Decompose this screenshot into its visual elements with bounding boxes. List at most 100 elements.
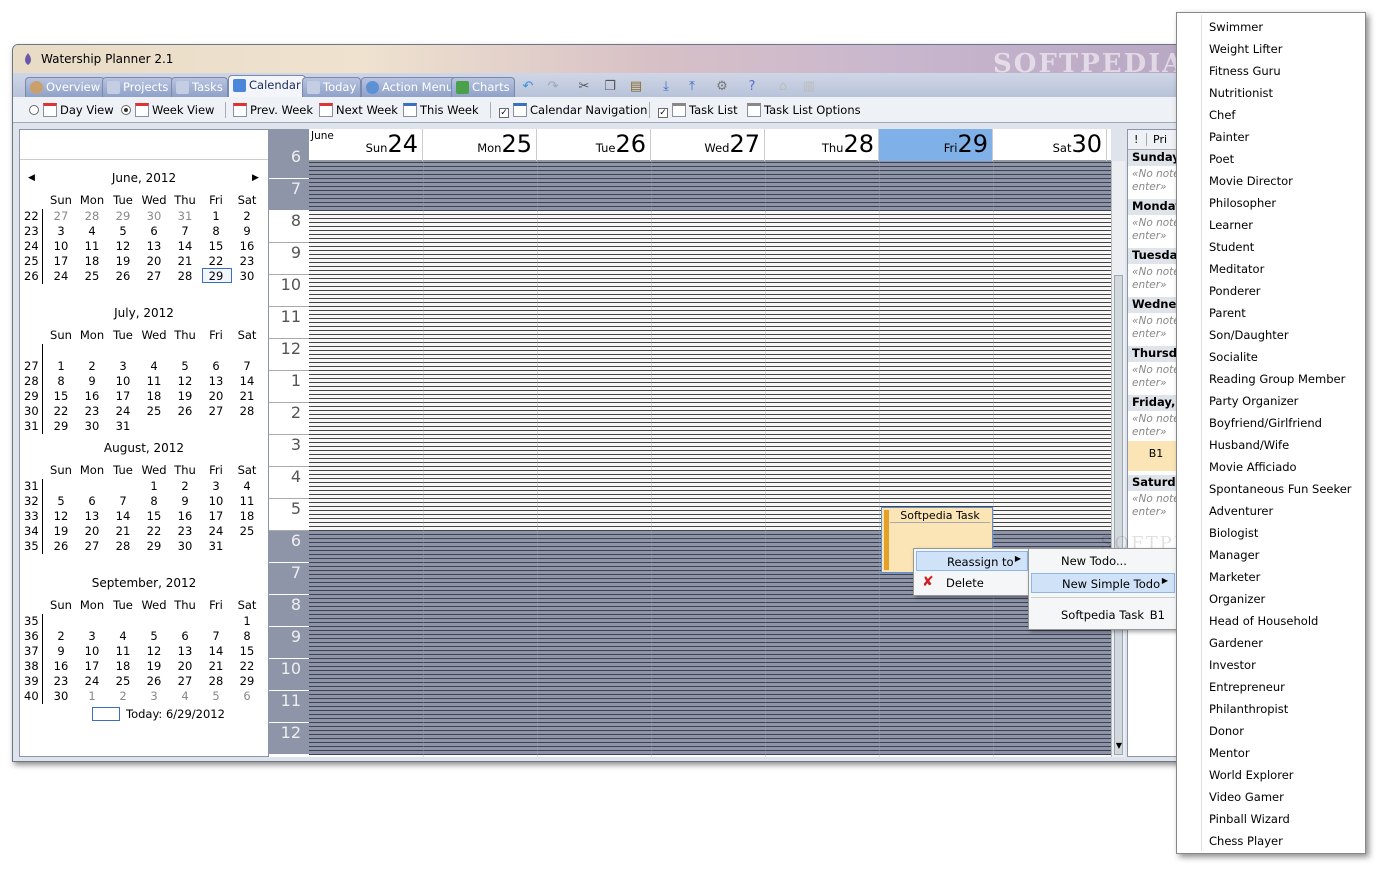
export-icon[interactable]: ⤒: [684, 79, 700, 95]
mini-calendar-day[interactable]: 18: [108, 659, 138, 673]
mini-calendar-day[interactable]: 13: [139, 239, 169, 253]
mini-calendar-day[interactable]: 12: [108, 239, 138, 253]
mini-calendar-day[interactable]: 15: [46, 389, 76, 403]
mini-calendar-day[interactable]: 16: [46, 659, 76, 673]
task-list-note[interactable]: «No note: [1132, 413, 1181, 425]
redo-icon[interactable]: ↷: [545, 79, 561, 95]
role-menu-item[interactable]: Ponderer: [1209, 284, 1261, 298]
task-list-note[interactable]: «No note: [1132, 364, 1181, 376]
mini-calendar-day[interactable]: 5: [170, 359, 200, 373]
mini-calendar-day[interactable]: 28: [77, 209, 107, 223]
role-menu-item[interactable]: Movie Afficiado: [1209, 460, 1297, 474]
hour-slot[interactable]: [309, 161, 1111, 179]
role-menu-item[interactable]: Meditator: [1209, 262, 1264, 276]
hour-slot[interactable]: [309, 307, 1111, 339]
today-label[interactable]: Today: 6/29/2012: [126, 707, 225, 721]
mini-calendar-day[interactable]: 31: [201, 539, 231, 553]
mini-calendar-day[interactable]: 21: [170, 254, 200, 268]
mini-calendar-day[interactable]: 27: [77, 539, 107, 553]
role-menu-item[interactable]: Philanthropist: [1209, 702, 1288, 716]
day-header-sat[interactable]: Sat30: [993, 129, 1107, 161]
mini-calendar-day[interactable]: 20: [170, 659, 200, 673]
scroll-down-icon[interactable]: ▼: [1112, 741, 1126, 750]
mini-calendar-day[interactable]: 4: [232, 479, 262, 493]
role-menu-item[interactable]: Party Organizer: [1209, 394, 1298, 408]
mini-calendar-day[interactable]: 12: [170, 374, 200, 388]
import-icon[interactable]: ⤓: [658, 79, 674, 95]
mini-calendar-day[interactable]: 27: [170, 674, 200, 688]
role-menu-item[interactable]: Gardener: [1209, 636, 1263, 650]
mini-calendar-day[interactable]: 15: [201, 239, 231, 253]
mini-calendar-day[interactable]: 17: [77, 659, 107, 673]
mini-calendar-day[interactable]: 8: [139, 494, 169, 508]
hour-slot[interactable]: [309, 403, 1111, 435]
mini-calendar-day[interactable]: 22: [232, 659, 262, 673]
hour-slot[interactable]: [309, 243, 1111, 275]
role-menu-item[interactable]: Swimmer: [1209, 20, 1263, 34]
mini-calendar-day[interactable]: 2: [46, 629, 76, 643]
role-menu-item[interactable]: Investor: [1209, 658, 1256, 672]
mini-calendar-day[interactable]: 15: [232, 644, 262, 658]
mini-calendar-day[interactable]: 17: [201, 509, 231, 523]
tab-calendar[interactable]: Calendar: [228, 75, 306, 97]
mini-calendar-day[interactable]: 5: [201, 689, 231, 703]
mini-calendar-day[interactable]: 29: [139, 539, 169, 553]
mini-calendar-day[interactable]: 18: [77, 254, 107, 268]
mini-calendar-day[interactable]: 9: [170, 494, 200, 508]
vertical-scrollbar[interactable]: ▼: [1111, 161, 1125, 757]
role-menu-item[interactable]: Student: [1209, 240, 1254, 254]
mini-calendar-day[interactable]: 11: [232, 494, 262, 508]
mini-calendar-day[interactable]: 29: [232, 674, 262, 688]
new-simple-todo-menu-item[interactable]: New Simple Todo ▶: [1031, 573, 1175, 593]
mini-calendar-day[interactable]: 22: [46, 404, 76, 418]
day-view-radio[interactable]: [29, 105, 39, 115]
mini-calendar-day[interactable]: 19: [170, 389, 200, 403]
task-list-note[interactable]: enter»: [1132, 506, 1181, 518]
mini-calendar-day[interactable]: 22: [139, 524, 169, 538]
hour-slot[interactable]: [309, 435, 1111, 467]
mini-calendar-day[interactable]: 18: [139, 389, 169, 403]
mini-calendar-day[interactable]: 20: [139, 254, 169, 268]
time-slots[interactable]: [309, 161, 1111, 757]
role-menu-item[interactable]: Learner: [1209, 218, 1253, 232]
mini-calendar-day[interactable]: 4: [77, 224, 107, 238]
mini-calendar-day[interactable]: 31: [170, 209, 200, 223]
mini-calendar-day[interactable]: 24: [201, 524, 231, 538]
role-menu-item[interactable]: Weight Lifter: [1209, 42, 1282, 56]
mini-calendar-day[interactable]: 15: [139, 509, 169, 523]
this-week-button[interactable]: This Week: [403, 103, 479, 117]
calendar-navigation-toggle[interactable]: ✓ Calendar Navigation: [499, 103, 647, 118]
mini-calendar-day[interactable]: 1: [232, 614, 262, 628]
print-icon[interactable]: ▥: [801, 79, 817, 95]
mini-calendar-day[interactable]: 2: [170, 479, 200, 493]
mini-calendar-day[interactable]: 14: [170, 239, 200, 253]
role-menu-item[interactable]: Entrepreneur: [1209, 680, 1285, 694]
hour-slot[interactable]: [309, 275, 1111, 307]
mini-calendar-day[interactable]: 1: [46, 359, 76, 373]
mini-calendar-day[interactable]: 17: [46, 254, 76, 268]
day-header-fri[interactable]: Fri29: [879, 129, 993, 161]
hour-slot[interactable]: [309, 659, 1111, 691]
mini-calendar-day[interactable]: 2: [232, 209, 262, 223]
hour-slot[interactable]: [309, 723, 1111, 755]
mini-calendar-day[interactable]: 19: [108, 254, 138, 268]
new-todo-menu-item[interactable]: New Todo...: [1031, 551, 1175, 571]
mini-calendar-day[interactable]: 30: [170, 539, 200, 553]
role-menu-item[interactable]: Adventurer: [1209, 504, 1273, 518]
mini-calendar-day[interactable]: 13: [201, 374, 231, 388]
tab-projects[interactable]: Projects: [102, 77, 174, 97]
role-menu-item[interactable]: Boyfriend/Girlfriend: [1209, 416, 1322, 430]
role-menu-item[interactable]: Nutritionist: [1209, 86, 1273, 100]
mini-calendar-day[interactable]: 26: [46, 539, 76, 553]
mini-calendar-day[interactable]: 25: [108, 674, 138, 688]
mini-calendar-day[interactable]: 13: [170, 644, 200, 658]
mini-calendar-day[interactable]: 2: [108, 689, 138, 703]
role-menu-item[interactable]: Marketer: [1209, 570, 1260, 584]
role-menu-item[interactable]: Manager: [1209, 548, 1259, 562]
mini-calendar-day[interactable]: 10: [201, 494, 231, 508]
mini-calendar-day[interactable]: 23: [77, 404, 107, 418]
mini-calendar-day[interactable]: 28: [170, 269, 200, 283]
day-header-thu[interactable]: Thu28: [765, 129, 879, 161]
mini-calendar-day[interactable]: 26: [170, 404, 200, 418]
mini-calendar-day[interactable]: 11: [108, 644, 138, 658]
